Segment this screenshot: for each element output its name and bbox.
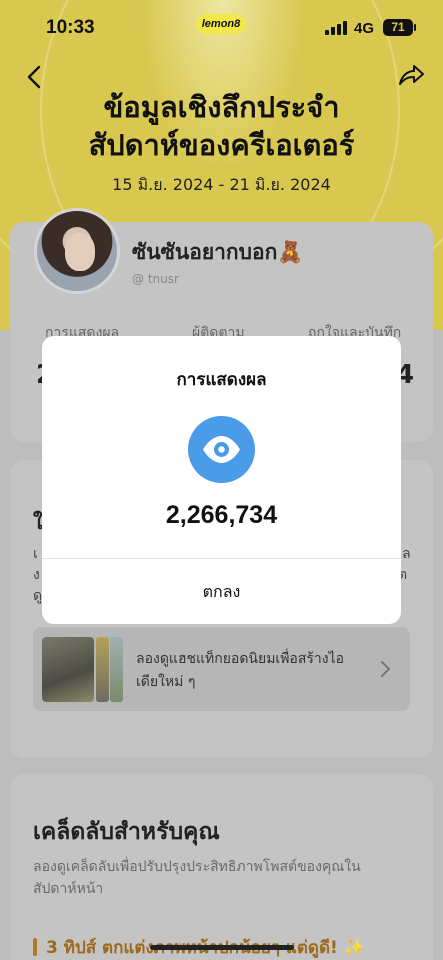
- dialog-title: การแสดงผล: [176, 370, 267, 390]
- impressions-value: 2,266,734: [165, 501, 278, 529]
- eye-icon: [188, 416, 255, 483]
- impressions-dialog: การแสดงผล 2,266,734 ตกลง: [42, 336, 401, 624]
- eye-icon-glyph: [203, 436, 240, 463]
- ok-button[interactable]: ตกลง: [42, 559, 401, 624]
